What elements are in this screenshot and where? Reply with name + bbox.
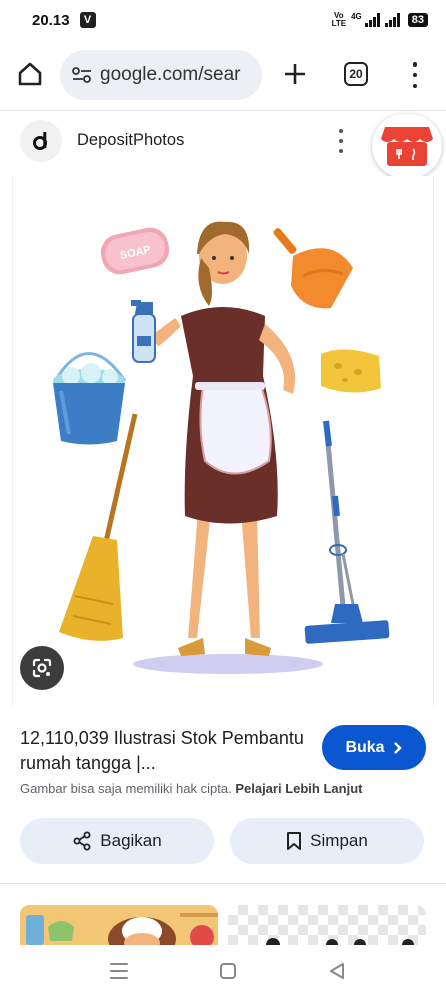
volte-indicator: Vo LTE	[332, 12, 347, 28]
chevron-right-icon	[393, 741, 402, 754]
home-button-icon[interactable]	[220, 963, 236, 979]
save-label: Simpan	[310, 831, 368, 850]
tab-switcher-button[interactable]: 20	[344, 62, 368, 86]
status-time: 20.13	[32, 11, 70, 29]
share-label: Bagikan	[100, 831, 162, 850]
share-button[interactable]: Bagikan	[20, 818, 214, 864]
copyright-notice: Gambar bisa saja memiliki hak cipta. Pel…	[20, 781, 362, 796]
learn-more-link[interactable]: Pelajari Lebih Lanjut	[235, 781, 362, 796]
home-icon[interactable]	[16, 60, 44, 88]
notification-v-icon: V	[79, 12, 96, 28]
copyright-text: Gambar bisa saja memiliki hak cipta.	[20, 781, 232, 796]
signal-icon-2	[384, 13, 400, 27]
recents-icon[interactable]	[110, 963, 128, 979]
google-lens-button[interactable]	[20, 646, 64, 690]
signal-icon	[364, 13, 380, 27]
status-indicators: Vo LTE 4G 83	[332, 12, 428, 28]
more-options-icon[interactable]	[336, 129, 346, 153]
sponge-image	[321, 349, 381, 393]
related-image-2-art	[266, 938, 414, 945]
housekeeper-illustration: SOAP	[53, 221, 390, 674]
site-settings-icon[interactable]	[72, 67, 92, 83]
toolbar-divider	[0, 110, 446, 111]
depositphotos-logo-icon[interactable]	[20, 120, 62, 162]
share-icon	[73, 831, 91, 851]
broom-image	[59, 413, 138, 641]
address-bar[interactable]: google.com/sear	[60, 50, 262, 100]
section-divider	[0, 883, 446, 884]
bucket-image	[53, 352, 127, 445]
new-tab-icon[interactable]	[282, 61, 308, 87]
network-type: 4G	[351, 12, 362, 21]
related-image-1[interactable]	[20, 905, 218, 945]
battery-level: 83	[407, 13, 428, 27]
soap-image: SOAP	[100, 227, 170, 275]
shop-icon[interactable]	[372, 114, 442, 178]
lens-icon	[32, 658, 52, 678]
status-bar: 20.13 V Vo LTE 4G 83	[0, 0, 446, 40]
url-text: google.com/sear	[100, 64, 241, 85]
browser-toolbar: google.com/sear 20	[0, 46, 446, 104]
volte-bottom: LTE	[331, 19, 347, 28]
save-button[interactable]: Simpan	[230, 818, 424, 864]
result-image[interactable]: SOAP	[12, 176, 434, 706]
mop-image	[304, 420, 390, 644]
dustpan-image	[273, 228, 353, 309]
source-name[interactable]: DepositPhotos	[77, 131, 184, 150]
floor-shadow	[133, 654, 323, 674]
back-icon[interactable]	[328, 962, 346, 980]
housekeeper-figure	[131, 221, 296, 656]
result-title[interactable]: 12,110,039 Ilustrasi Stok Pembantu rumah…	[20, 726, 310, 776]
bookmark-icon	[287, 832, 302, 850]
related-image-1-art	[20, 905, 218, 945]
related-image-2[interactable]	[228, 905, 426, 945]
browser-menu-icon[interactable]	[410, 62, 420, 88]
visit-label: Buka	[345, 738, 385, 756]
system-navigation-bar	[0, 945, 446, 1000]
visit-button[interactable]: Buka	[322, 725, 426, 770]
